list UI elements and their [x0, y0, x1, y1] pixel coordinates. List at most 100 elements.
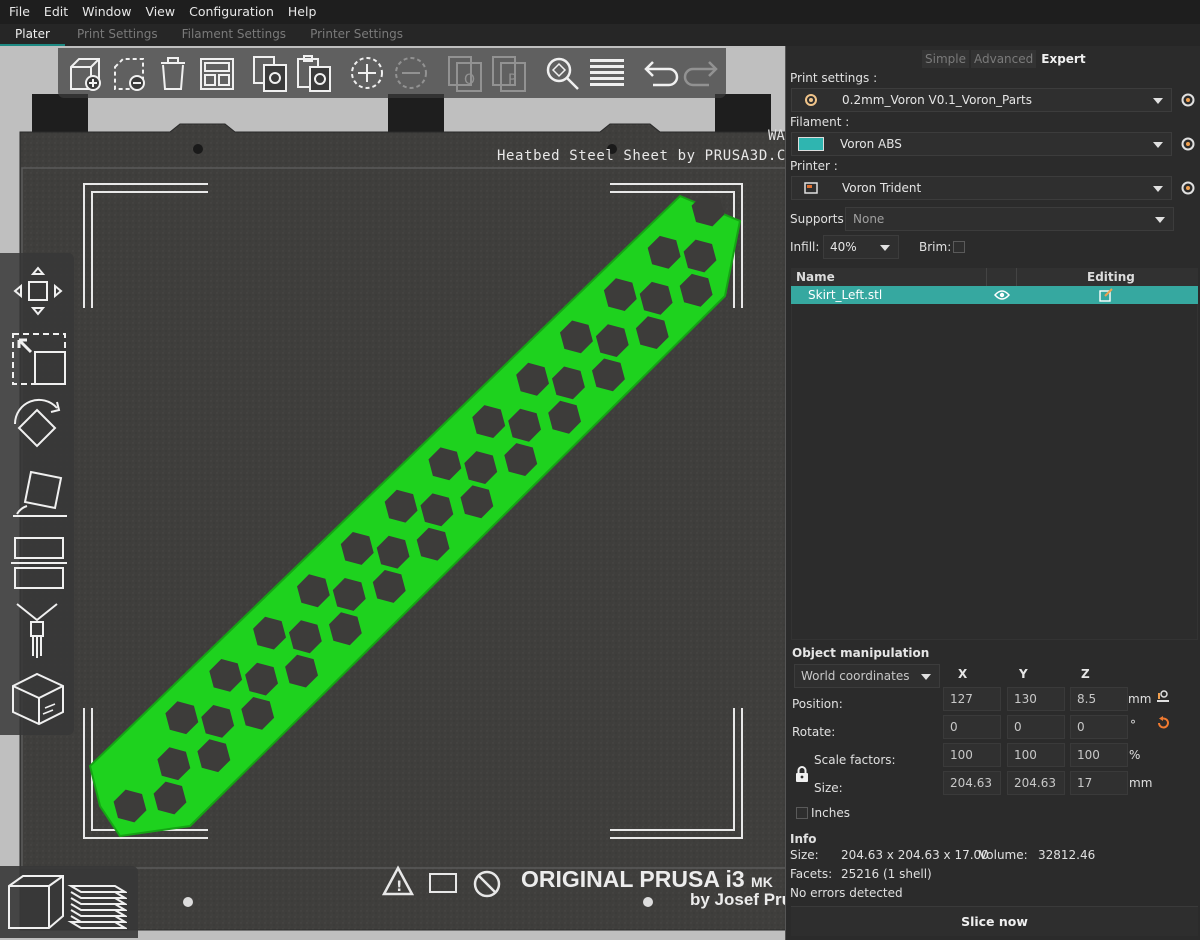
paste-button[interactable] — [293, 51, 335, 95]
info-volume-label: Volume: — [979, 848, 1028, 862]
mode-expert[interactable]: Expert — [1038, 50, 1089, 68]
paste-icon — [296, 55, 331, 92]
3d-viewport[interactable]: ! WA Heatbed Steel Sheet by PRUSA3D.C OR… — [0, 46, 786, 940]
print-settings-gear-icon[interactable] — [1180, 92, 1196, 108]
bed-byline: by Josef Pru — [690, 890, 786, 909]
tab-print-settings[interactable]: Print Settings — [65, 24, 170, 46]
eye-icon[interactable] — [994, 289, 1010, 301]
size-unit: mm — [1129, 776, 1153, 790]
chevron-down-icon — [921, 674, 931, 680]
menu-file[interactable]: File — [2, 0, 37, 24]
view-switch — [0, 866, 138, 938]
size-z-field[interactable]: 17 — [1070, 771, 1128, 795]
size-x-field[interactable]: 204.63 — [943, 771, 1001, 795]
scale-z-field[interactable]: 100 — [1070, 743, 1128, 767]
chevron-down-icon — [1153, 186, 1163, 192]
column-name[interactable]: Name — [796, 270, 835, 284]
3d-view-button[interactable] — [4, 871, 66, 933]
delete-button[interactable] — [108, 51, 150, 95]
scale-icon — [12, 333, 66, 385]
position-y-field[interactable]: 130 — [1007, 687, 1065, 711]
undo-button[interactable] — [638, 51, 680, 95]
move-icon — [13, 266, 63, 316]
reset-rotation-icon[interactable] — [1156, 716, 1170, 730]
mode-simple[interactable]: Simple — [922, 50, 969, 68]
axis-y-label: Y — [1019, 667, 1028, 681]
menu-window[interactable]: Window — [75, 0, 138, 24]
cut-tool-button[interactable] — [4, 529, 70, 595]
place-on-face-button[interactable] — [4, 461, 70, 527]
drop-to-bed-icon[interactable] — [1156, 689, 1170, 703]
rotate-tool-button[interactable] — [4, 393, 70, 459]
add-instance-button[interactable] — [346, 51, 388, 95]
filament-value: Voron ABS — [840, 137, 902, 151]
info-facets-value: 25216 (1 shell) — [841, 867, 932, 881]
scale-y-field[interactable]: 100 — [1007, 743, 1065, 767]
printer-label: Printer : — [790, 159, 838, 173]
menu-edit[interactable]: Edit — [37, 0, 75, 24]
tab-filament-settings[interactable]: Filament Settings — [170, 24, 298, 46]
info-facets-label: Facets: — [790, 867, 833, 881]
supports-combo[interactable]: None — [845, 207, 1174, 231]
add-object-icon — [69, 58, 101, 91]
position-z-field[interactable]: 8.5 — [1070, 687, 1128, 711]
print-settings-combo[interactable]: 0.2mm_Voron V0.1_Voron_Parts — [791, 88, 1172, 112]
place-on-face-icon — [13, 470, 67, 517]
copy-button[interactable] — [249, 51, 291, 95]
list-item[interactable]: Skirt_Left.stl — [791, 286, 1198, 304]
rotate-y-field[interactable]: 0 — [1007, 715, 1065, 739]
lock-icon[interactable] — [795, 766, 809, 782]
delete-all-button[interactable] — [152, 51, 194, 95]
split-objects-button[interactable]: O — [444, 51, 486, 95]
main-tabs: Plater Print Settings Filament Settings … — [0, 24, 1200, 46]
filament-gear-icon[interactable] — [1180, 136, 1196, 152]
search-button[interactable] — [541, 51, 583, 95]
tab-printer-settings[interactable]: Printer Settings — [298, 24, 415, 46]
size-y-field[interactable]: 204.63 — [1007, 771, 1065, 795]
rotate-x-field[interactable]: 0 — [943, 715, 1001, 739]
paint-supports-button[interactable] — [4, 597, 70, 663]
coordinate-system-combo[interactable]: World coordinates — [794, 664, 940, 688]
mode-selector: Simple Advanced Expert — [922, 50, 1091, 68]
size-label: Size: — [814, 781, 843, 795]
brim-checkbox[interactable] — [953, 241, 965, 253]
chevron-down-icon — [880, 245, 890, 251]
scale-tool-button[interactable] — [4, 325, 70, 391]
arrange-icon — [199, 58, 234, 90]
variable-layer-button[interactable] — [4, 665, 70, 731]
svg-text:P: P — [508, 72, 516, 88]
filament-combo[interactable]: Voron ABS — [791, 132, 1172, 156]
infill-combo[interactable]: 40% — [823, 235, 899, 259]
arrange-button[interactable] — [196, 51, 238, 95]
slice-now-button[interactable]: Slice now — [791, 906, 1198, 936]
sidebar: Simple Advanced Expert Print settings : … — [787, 46, 1200, 940]
edit-icon[interactable] — [1099, 288, 1113, 302]
infill-value: 40% — [830, 240, 857, 254]
split-parts-icon: P — [491, 56, 526, 92]
remove-instance-button[interactable] — [390, 51, 432, 95]
menu-view[interactable]: View — [138, 0, 182, 24]
mode-advanced[interactable]: Advanced — [970, 50, 1037, 68]
filament-color-swatch — [798, 137, 824, 151]
scale-x-field[interactable]: 100 — [943, 743, 1001, 767]
redo-button[interactable] — [682, 51, 724, 95]
svg-text:!: ! — [396, 879, 402, 895]
redo-icon — [683, 61, 718, 87]
layers-editing-button[interactable] — [585, 51, 627, 95]
position-x-field[interactable]: 127 — [943, 687, 1001, 711]
preview-button[interactable] — [66, 871, 128, 933]
print-profile-icon — [805, 94, 817, 106]
column-editing[interactable]: Editing — [1087, 270, 1135, 284]
info-errors: No errors detected — [790, 886, 903, 900]
svg-text:O: O — [464, 72, 475, 88]
menu-help[interactable]: Help — [281, 0, 324, 24]
printer-combo[interactable]: Voron Trident — [791, 176, 1172, 200]
inches-checkbox[interactable] — [796, 807, 808, 819]
rotate-z-field[interactable]: 0 — [1070, 715, 1128, 739]
printer-gear-icon[interactable] — [1180, 180, 1196, 196]
move-tool-button[interactable] — [4, 257, 70, 323]
split-parts-button[interactable]: P — [488, 51, 530, 95]
menu-configuration[interactable]: Configuration — [182, 0, 281, 24]
add-button[interactable] — [64, 51, 106, 95]
tab-plater[interactable]: Plater — [0, 24, 65, 46]
